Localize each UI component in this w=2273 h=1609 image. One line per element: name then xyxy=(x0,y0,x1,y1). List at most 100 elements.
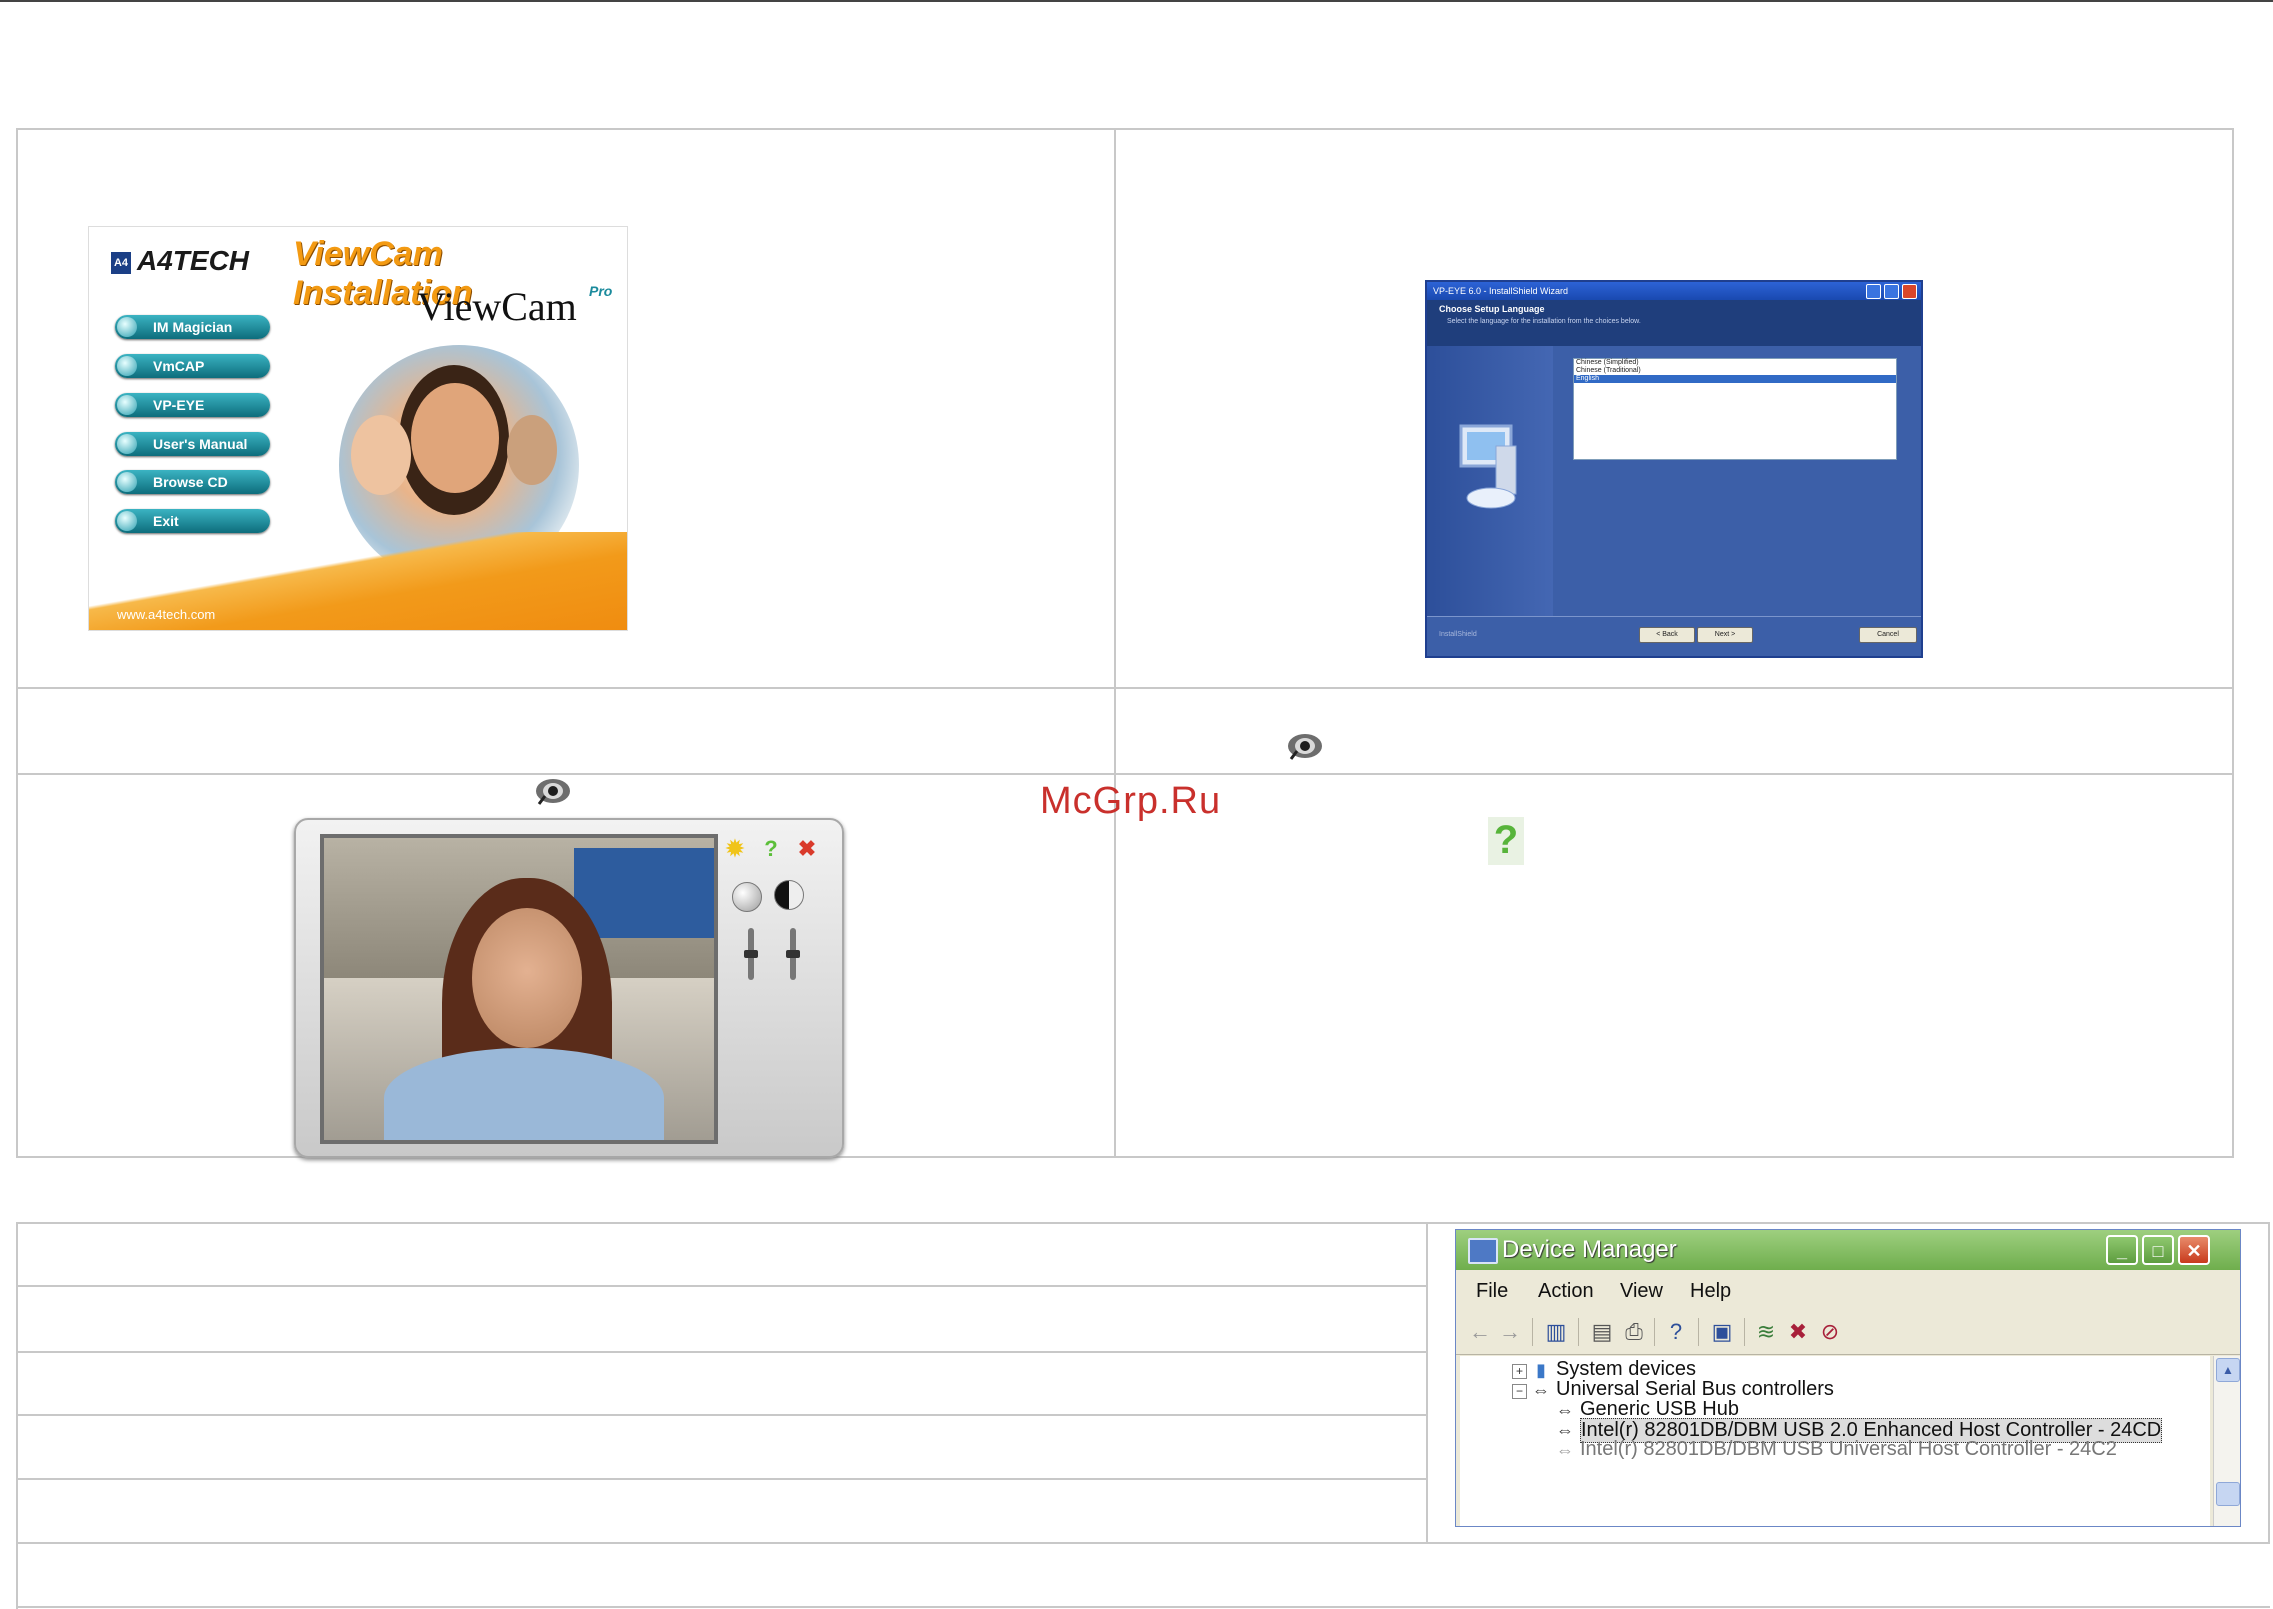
contrast-slider[interactable] xyxy=(786,928,800,980)
wizard-title-bar: VP-EYE 6.0 - InstallShield Wizard xyxy=(1427,282,1921,300)
toolbar: ← → ▥ ▤ ⎙ ? ▣ ≋ ✖ ⊘ xyxy=(1456,1310,2240,1355)
device-manager-window: Device Manager _ □ ✕ File Action View He… xyxy=(1455,1229,2241,1527)
menu-help[interactable]: Help xyxy=(1690,1280,1731,1303)
vmcap-button[interactable]: VmCAP xyxy=(115,354,270,378)
upper-row-divider-1 xyxy=(16,687,2234,689)
a4tech-logo-text: A4TECH xyxy=(137,245,250,276)
button-label: Browse CD xyxy=(153,474,228,490)
installer-url: www.a4tech.com xyxy=(117,607,216,622)
help-icon[interactable]: ? xyxy=(758,836,784,862)
upper-table-divider xyxy=(1114,128,1116,1158)
usb-icon: ⇔ xyxy=(1556,1400,1574,1420)
menu-view[interactable]: View xyxy=(1620,1280,1663,1303)
device-manager-title: Device Manager xyxy=(1502,1236,1677,1263)
a4tech-logo: A4 A4TECH xyxy=(111,245,249,277)
brightness-icon xyxy=(732,882,762,912)
browse-cd-button[interactable]: Browse CD xyxy=(115,470,270,494)
button-orb-icon xyxy=(117,434,137,454)
contrast-icon xyxy=(774,880,804,910)
lower-row-divider-2 xyxy=(16,1351,1426,1353)
wizard-footer: InstallShield < Back Next > Cancel xyxy=(1427,616,1921,656)
device-tree: + ▮ System devices − ⇔ Universal Serial … xyxy=(1460,1356,2210,1526)
expand-icon[interactable]: + xyxy=(1512,1364,1527,1379)
show-hide-console-tree-icon[interactable]: ▥ xyxy=(1542,1318,1570,1346)
installshield-label: InstallShield xyxy=(1439,631,1477,638)
lower-row-divider-5 xyxy=(16,1542,2270,1544)
button-label: Exit xyxy=(153,513,179,529)
system-devices-icon: ▮ xyxy=(1536,1360,1546,1380)
installshield-wizard-window: VP-EYE 6.0 - InstallShield Wizard Choose… xyxy=(1425,280,1923,658)
language-list[interactable]: Chinese (Simplified) Chinese (Traditiona… xyxy=(1573,358,1897,460)
minimize-button[interactable]: _ xyxy=(2106,1235,2138,1265)
lower-table-right xyxy=(2268,1222,2270,1544)
update-driver-icon[interactable]: ≋ xyxy=(1752,1318,1780,1346)
collapse-icon[interactable]: − xyxy=(1512,1384,1527,1399)
maximize-button[interactable]: □ xyxy=(2142,1235,2174,1265)
webcam-viewer-window: ✹ ? ✖ xyxy=(294,818,844,1158)
vp-eye-icon xyxy=(536,779,570,805)
minimize-button[interactable] xyxy=(1866,284,1881,299)
upper-row-divider-2 xyxy=(16,773,2234,775)
usb-icon: ⇔ xyxy=(1532,1380,1550,1400)
back-arrow-icon[interactable]: ← xyxy=(1466,1318,1494,1346)
properties-icon[interactable]: ▤ xyxy=(1588,1318,1616,1346)
viewcam-pro-label: Pro xyxy=(589,283,613,299)
top-rule xyxy=(0,0,2273,2)
scroll-up-icon[interactable]: ▲ xyxy=(2216,1358,2240,1382)
lower-table-bottom xyxy=(16,1606,2270,1608)
cancel-button[interactable]: Cancel xyxy=(1859,627,1917,643)
lower-table-top xyxy=(16,1222,2270,1224)
vertical-scrollbar[interactable]: ▲ xyxy=(2213,1356,2240,1526)
button-orb-icon xyxy=(117,511,137,531)
scan-hardware-icon[interactable]: ▣ xyxy=(1708,1318,1736,1346)
back-button[interactable]: < Back xyxy=(1639,627,1695,643)
wizard-title: VP-EYE 6.0 - InstallShield Wizard xyxy=(1433,286,1569,296)
vp-eye-button[interactable]: VP-EYE xyxy=(115,393,270,417)
wizard-subheading: Select the language for the installation… xyxy=(1447,318,1641,325)
vp-eye-icon xyxy=(1288,734,1322,760)
brightness-slider[interactable] xyxy=(744,928,758,980)
language-option[interactable]: Chinese (Simplified) xyxy=(1574,359,1896,367)
uninstall-icon[interactable]: ✖ xyxy=(1784,1318,1812,1346)
lower-row-divider-4 xyxy=(16,1478,1426,1480)
svg-text:?: ? xyxy=(1494,818,1518,862)
button-orb-icon xyxy=(117,395,137,415)
menu-bar: File Action View Help xyxy=(1456,1270,2240,1311)
video-preview xyxy=(320,834,718,1144)
computer-icon xyxy=(1468,1238,1498,1264)
menu-action[interactable]: Action xyxy=(1538,1280,1594,1303)
next-button[interactable]: Next > xyxy=(1697,627,1753,643)
settings-icon[interactable]: ✹ xyxy=(722,836,748,862)
close-icon[interactable]: ✖ xyxy=(794,836,820,862)
forward-arrow-icon[interactable]: → xyxy=(1496,1318,1524,1346)
maximize-button[interactable] xyxy=(1884,284,1899,299)
viewcam-brand: ViewCam xyxy=(417,284,577,329)
close-button[interactable] xyxy=(1902,284,1917,299)
wizard-heading: Choose Setup Language xyxy=(1439,304,1545,314)
language-option[interactable]: Chinese (Traditional) xyxy=(1574,367,1896,375)
tree-item-universal-host-controller[interactable]: Intel(r) 82801DB/DBM USB Universal Host … xyxy=(1580,1438,2117,1461)
usb-icon: ⇔ xyxy=(1556,1440,1574,1460)
lower-row-divider-3 xyxy=(16,1414,1426,1416)
users-manual-button[interactable]: User's Manual xyxy=(115,432,270,456)
button-label: VP-EYE xyxy=(153,397,205,413)
im-magician-install-button[interactable]: IM Magician Install xyxy=(115,315,270,359)
viewcam-installer-window: A4 A4TECH ViewCam Installation ViewCam Pr… xyxy=(88,226,628,631)
button-label: VmCAP xyxy=(153,358,205,374)
language-option-selected[interactable]: English xyxy=(1574,375,1896,383)
close-button[interactable]: ✕ xyxy=(2178,1235,2210,1265)
disable-icon[interactable]: ⊘ xyxy=(1816,1318,1844,1346)
lower-row-divider-1 xyxy=(16,1285,1426,1287)
print-icon[interactable]: ⎙ xyxy=(1620,1318,1648,1346)
button-label: User's Manual xyxy=(153,436,248,452)
usb-icon: ⇔ xyxy=(1556,1420,1574,1440)
help-icon[interactable]: ? xyxy=(1662,1318,1690,1346)
wizard-side-panel xyxy=(1427,346,1553,616)
exit-button[interactable]: Exit xyxy=(115,509,270,533)
button-orb-icon xyxy=(117,472,137,492)
button-orb-icon xyxy=(117,356,137,376)
scroll-thumb[interactable] xyxy=(2216,1482,2240,1506)
menu-file[interactable]: File xyxy=(1476,1280,1508,1303)
help-icon: ? xyxy=(1488,817,1524,865)
a4tech-logo-mark: A4 xyxy=(111,251,131,274)
